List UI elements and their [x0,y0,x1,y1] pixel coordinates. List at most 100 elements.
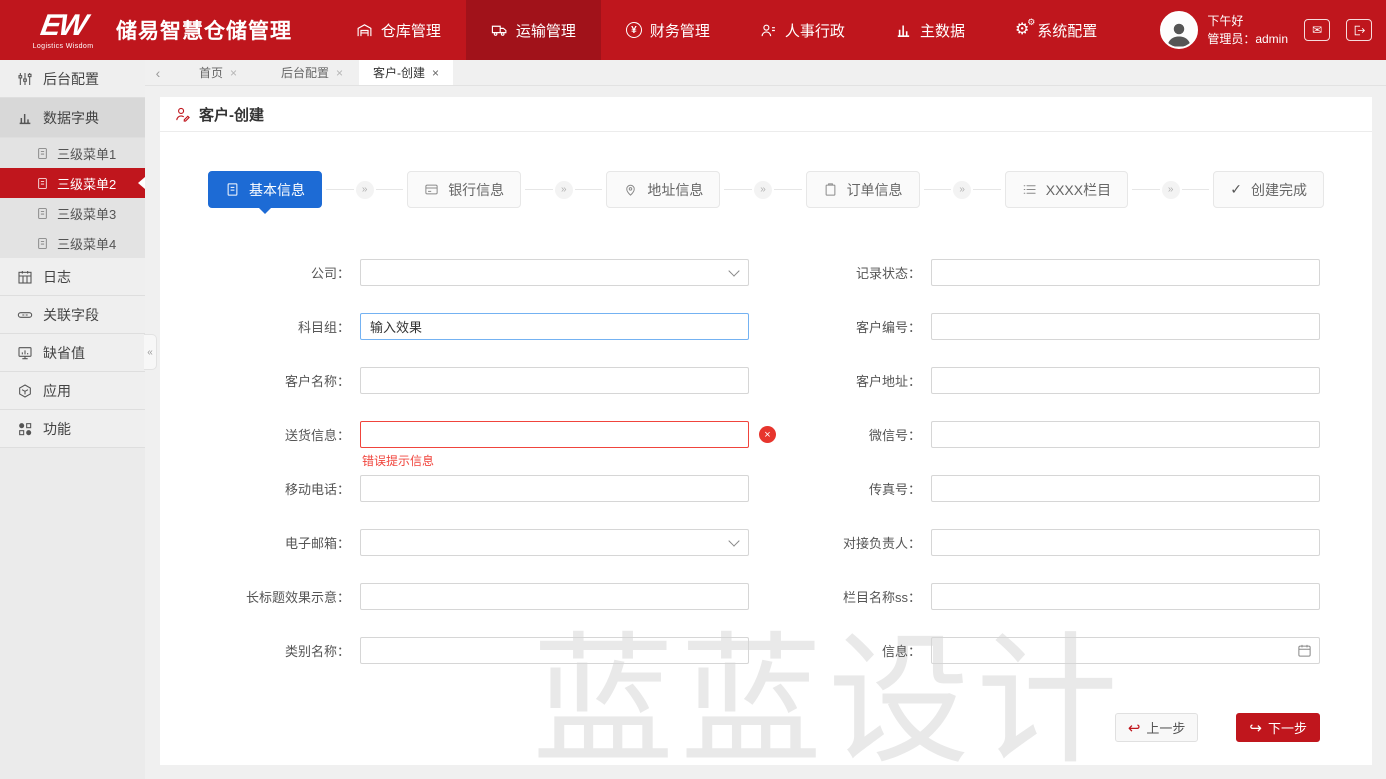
record-status-input[interactable] [931,259,1320,286]
nav-item-hr[interactable]: 人事行政 [735,0,870,60]
contact-person-input[interactable] [931,529,1320,556]
step-label: 基本信息 [249,180,305,200]
step-arrow-icon: » [754,181,772,199]
sidebar-item-functions[interactable]: 功能 [0,410,145,448]
step-bank-info[interactable]: 银行信息 [407,171,521,208]
step-label: 创建完成 [1251,180,1307,200]
user-profile[interactable]: 下午好 管理员：admin [1160,11,1288,49]
step-create-complete[interactable]: ✓ 创建完成 [1213,171,1324,208]
step-order-info[interactable]: 订单信息 [806,171,920,208]
wechat-input[interactable] [931,421,1320,448]
nav-item-system-config[interactable]: ⚙⚙ 系统配置 [990,0,1122,60]
sidebar-item-data-dictionary[interactable]: 数据字典 [0,98,145,138]
field-label: 电子邮箱： [210,533,360,552]
logout-button[interactable] [1346,19,1372,41]
close-icon[interactable]: × [432,66,439,80]
app-title: 储易智慧仓储管理 [116,15,292,45]
sidebar-item-logs[interactable]: 日志 [0,258,145,296]
tab-label: 客户-创建 [373,64,425,81]
sidebar-item-applications[interactable]: 应用 [0,372,145,410]
step-arrow-icon: » [356,181,374,199]
sidebar-item-label: 关联字段 [43,305,99,325]
document-icon [36,237,49,250]
field-label: 对接负责人： [749,533,931,552]
step-connector: » [525,181,602,199]
sidebar-collapse-handle[interactable]: « [144,334,157,370]
sidebar-subitem-menu1[interactable]: 三级菜单1 [0,138,145,168]
customer-form: 公司： 记录状态： 科目组： 客户编号： 客户名称： 客户地址： 送货信息： [210,259,1320,664]
sidebar-subitem-label: 三级菜单3 [57,204,116,223]
sidebar-subitem-menu4[interactable]: 三级菜单4 [0,228,145,258]
clipboard-icon [823,182,838,197]
delivery-info-input[interactable] [360,421,749,448]
link-icon [17,307,33,323]
step-connector: » [326,181,403,199]
step-arrow-icon: » [555,181,573,199]
fax-input[interactable] [931,475,1320,502]
close-icon[interactable]: × [336,66,343,80]
sidebar-item-label: 功能 [43,419,71,439]
tab-backend-config[interactable]: 后台配置 × [265,60,359,85]
calendar-icon[interactable] [1297,643,1312,658]
nav-item-transport[interactable]: 运输管理 [466,0,601,60]
tab-home[interactable]: 首页 × [171,60,265,85]
close-icon[interactable]: × [230,66,237,80]
bank-card-icon [424,182,439,197]
sliders-icon [17,71,33,87]
category-name-input[interactable] [360,637,749,664]
sidebar-item-linked-fields[interactable]: 关联字段 [0,296,145,334]
company-select[interactable] [360,259,749,286]
column-name-input[interactable] [931,583,1320,610]
nav-item-finance[interactable]: ¥ 财务管理 [601,0,735,60]
sidebar-subitem-label: 三级菜单2 [57,174,116,193]
field-label: 记录状态： [749,263,931,282]
customer-no-input[interactable] [931,313,1320,340]
tabs-scroll-left-button[interactable]: ‹ [145,60,171,85]
person-icon [760,22,777,39]
field-label: 公司： [210,263,360,282]
step-address-info[interactable]: 地址信息 [606,171,720,208]
customer-address-input[interactable] [931,367,1320,394]
tab-customer-create[interactable]: 客户-创建 × [359,60,453,85]
next-step-button[interactable]: ↪ 下一步 [1236,713,1320,742]
sidebar-item-label: 应用 [43,381,71,401]
field-label: 微信号： [749,425,931,444]
sidebar-subitem-menu2[interactable]: 三级菜单2 [0,168,145,198]
info-date-input[interactable] [931,637,1320,664]
error-icon[interactable]: × [759,426,776,443]
long-title-input[interactable] [360,583,749,610]
field-label: 信息： [749,641,931,660]
step-label: XXXX栏目 [1046,180,1111,200]
mobile-phone-input[interactable] [360,475,749,502]
document-icon [36,207,49,220]
step-xxxx-column[interactable]: XXXX栏目 [1005,171,1128,208]
step-basic-info[interactable]: 基本信息 [208,171,322,208]
sidebar-item-default-values[interactable]: 缺省值 [0,334,145,372]
document-icon [36,177,49,190]
subject-group-input[interactable] [360,313,749,340]
nav-item-warehouse[interactable]: 仓库管理 [331,0,466,60]
customer-name-input[interactable] [360,367,749,394]
avatar-person-icon [1164,19,1194,49]
email-select[interactable] [360,529,749,556]
app-logo: EW Logistics Wisdom [20,11,106,50]
sidebar-item-backend-config[interactable]: 后台配置 [0,60,145,98]
email-select-wrap [360,529,749,556]
customer-create-icon [174,106,191,123]
nav-label: 财务管理 [650,20,710,41]
nav-label: 仓库管理 [381,20,441,41]
sidebar-subitem-label: 三级菜单4 [57,234,116,253]
mail-button[interactable]: ✉ [1304,19,1330,41]
sidebar-subitem-menu3[interactable]: 三级菜单3 [0,198,145,228]
log-grid-icon [17,269,33,285]
prev-step-button[interactable]: ↩ 上一步 [1115,713,1199,742]
customer-create-card: 蓝蓝设计 客户-创建 基本信息 » 银行信息 » 地址信息 » [160,97,1372,765]
step-arrow-icon: » [1162,181,1180,199]
document-icon [36,147,49,160]
nav-item-master-data[interactable]: 主数据 [870,0,990,60]
field-label: 栏目名称ss： [749,587,931,606]
prev-arrow-icon: ↩ [1128,719,1141,737]
sidebar-item-label: 缺省值 [43,343,85,363]
next-arrow-icon: ↪ [1249,719,1262,737]
tab-label: 首页 [199,64,223,81]
